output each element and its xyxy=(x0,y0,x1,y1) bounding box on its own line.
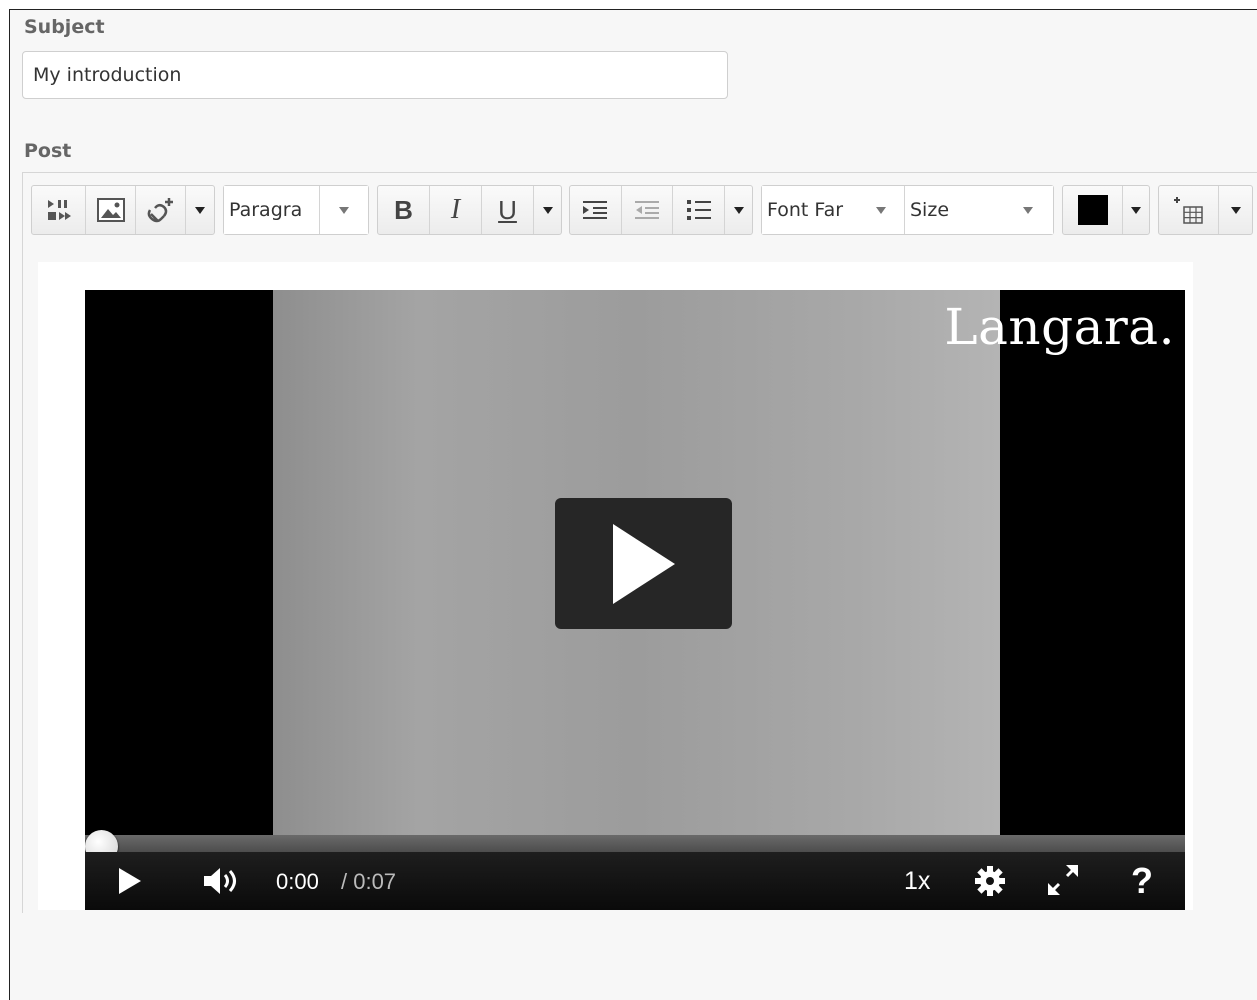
bullet-list-button[interactable] xyxy=(673,186,726,234)
subject-input[interactable] xyxy=(22,51,728,99)
help-button[interactable]: ? xyxy=(1131,860,1153,902)
font-select-group: Font Far Size xyxy=(761,185,1054,235)
text-color-button[interactable] xyxy=(1063,186,1123,234)
text-style-group: B I U xyxy=(377,185,562,235)
chevron-down-icon xyxy=(542,206,553,214)
play-icon xyxy=(612,523,675,604)
insert-stuff-button[interactable] xyxy=(32,186,86,234)
font-family-dropdown[interactable] xyxy=(857,186,905,234)
font-size-dropdown[interactable] xyxy=(1002,186,1053,234)
fullscreen-button[interactable] xyxy=(1045,862,1081,898)
outdent-button[interactable] xyxy=(622,186,674,234)
text-style-dropdown[interactable] xyxy=(534,186,561,234)
bullet-list-icon xyxy=(686,200,711,220)
table-group xyxy=(1158,185,1253,235)
underline-button[interactable]: U xyxy=(482,186,534,234)
link-icon xyxy=(147,198,173,223)
chevron-down-icon xyxy=(1131,206,1141,214)
video-controls-bar: 0:00 / 0:07 1x ? xyxy=(85,852,1185,910)
color-swatch-icon xyxy=(1077,195,1108,225)
italic-button[interactable]: I xyxy=(430,186,482,234)
playback-speed-button[interactable]: 1x xyxy=(904,867,930,896)
block-format-dropdown[interactable] xyxy=(320,186,368,234)
bold-button[interactable]: B xyxy=(378,186,430,234)
play-icon xyxy=(119,868,141,894)
outdent-icon xyxy=(635,201,660,219)
video-watermark: Langara. xyxy=(944,298,1175,356)
current-time: 0:00 xyxy=(276,869,319,894)
chevron-down-icon xyxy=(195,206,205,214)
text-color-dropdown[interactable] xyxy=(1123,186,1149,234)
block-format-value: Paragra xyxy=(224,186,320,234)
chevron-down-icon xyxy=(1230,206,1241,214)
duration: / 0:07 xyxy=(341,869,397,894)
insert-table-icon xyxy=(1173,197,1203,224)
chevron-down-icon xyxy=(733,206,744,214)
chevron-down-icon xyxy=(339,206,349,214)
gear-icon xyxy=(975,866,1005,896)
play-button[interactable] xyxy=(115,866,145,896)
subject-label: Subject xyxy=(24,16,105,38)
indent-button[interactable] xyxy=(570,186,622,234)
font-family-value[interactable]: Font Far xyxy=(762,186,857,234)
video-progress-bar[interactable] xyxy=(85,835,1185,852)
volume-icon xyxy=(204,868,236,894)
text-color-group xyxy=(1062,185,1150,235)
block-format-select[interactable]: Paragra xyxy=(223,185,369,235)
video-player[interactable]: Langara. 0:00 / 0:07 1x ? xyxy=(85,290,1185,910)
fullscreen-icon xyxy=(1048,865,1078,895)
insert-menu-dropdown[interactable] xyxy=(186,186,214,234)
big-play-button[interactable] xyxy=(555,498,732,629)
table-dropdown[interactable] xyxy=(1219,186,1252,234)
post-label: Post xyxy=(24,140,72,162)
chevron-down-icon xyxy=(875,206,886,214)
list-dropdown[interactable] xyxy=(725,186,752,234)
font-size-value[interactable]: Size xyxy=(905,186,1002,234)
chevron-down-icon xyxy=(1022,206,1033,214)
insert-table-button[interactable] xyxy=(1159,186,1219,234)
insert-toolbar-group xyxy=(31,185,215,235)
insert-link-button[interactable] xyxy=(136,186,186,234)
image-icon xyxy=(96,198,125,222)
indent-icon xyxy=(583,201,608,219)
insert-stuff-icon xyxy=(47,200,71,220)
settings-button[interactable] xyxy=(973,864,1007,898)
volume-button[interactable] xyxy=(201,864,239,898)
insert-image-button[interactable] xyxy=(86,186,136,234)
indent-list-group xyxy=(569,185,753,235)
